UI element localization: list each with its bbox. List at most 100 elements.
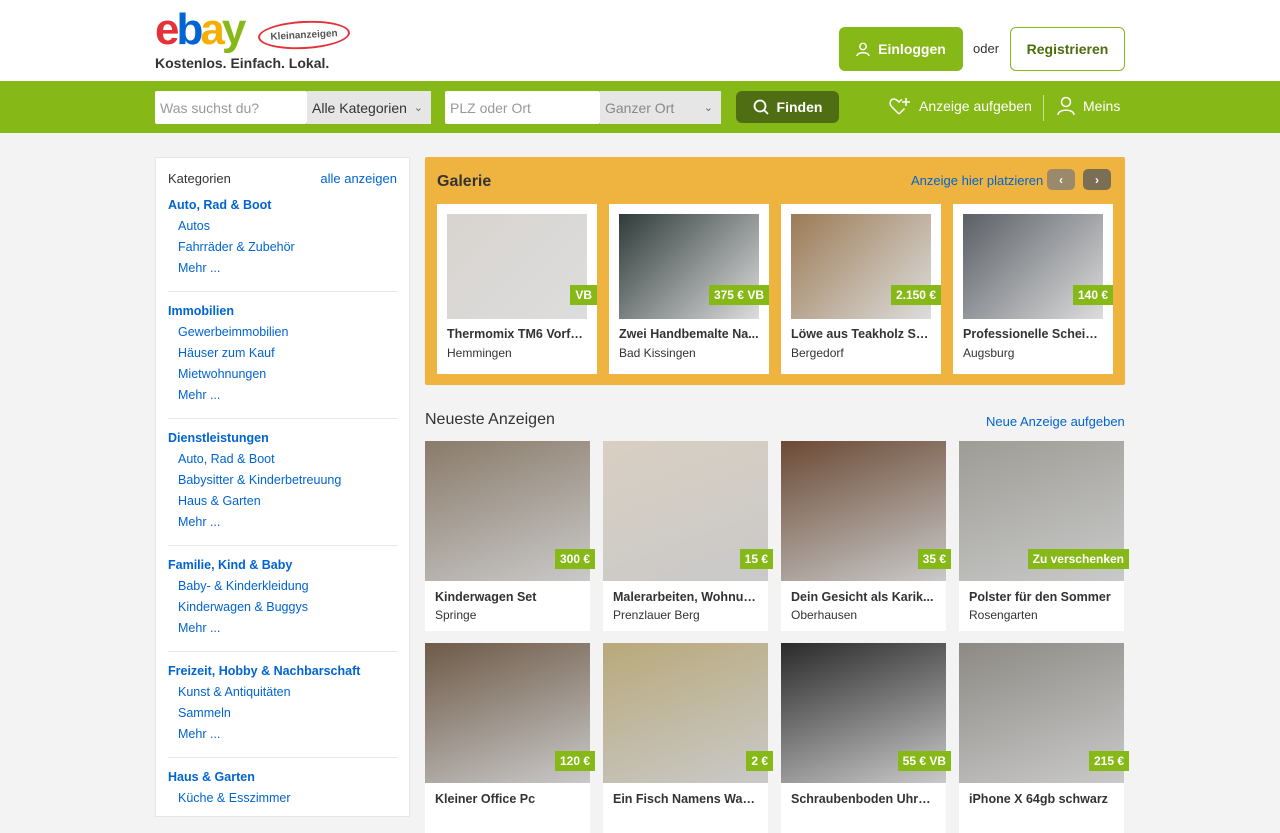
price-badge: 55 € VB: [897, 751, 951, 771]
category-title[interactable]: Familie, Kind & Baby: [168, 558, 397, 572]
sidebar-header: Kategorien alle anzeigen: [168, 171, 397, 186]
category-item[interactable]: Häuser zum Kauf: [168, 343, 397, 364]
gallery-card-title: Professionelle Scheib...: [963, 327, 1103, 341]
category-group: Freizeit, Hobby & Nachbarschaft Kunst & A…: [168, 664, 397, 758]
category-title[interactable]: Dienstleistungen: [168, 431, 397, 445]
category-select[interactable]: Alle Kategorien ⌄: [307, 91, 431, 124]
gallery-card-location: Bergedorf: [791, 346, 844, 360]
category-item[interactable]: Mehr ...: [168, 385, 397, 406]
category-title[interactable]: Haus & Garten: [168, 770, 397, 784]
gallery-card-title: Thermomix TM6 Vorfü...: [447, 327, 587, 341]
post-ad-label: Anzeige aufgeben: [919, 98, 1032, 114]
gallery-card-title: Zwei Handbemalte Na...: [619, 327, 759, 341]
radius-select[interactable]: Ganzer Ort ⌄: [600, 91, 721, 124]
top-header: ebay Kleinanzeigen Kostenlos. Einfach. L…: [0, 0, 1280, 81]
find-button[interactable]: Finden: [736, 91, 839, 123]
ad-card[interactable]: 15 € Malerarbeiten, Wohnun... Prenzlauer B…: [603, 441, 773, 631]
category-group: Immobilien Gewerbeimmobilien Häuser zum Ka…: [168, 304, 397, 419]
ad-card-location: Oberhausen: [791, 608, 858, 622]
category-item[interactable]: Auto, Rad & Boot: [168, 449, 397, 470]
gallery-card[interactable]: 2.150 € Löwe aus Teakholz Sk... Bergedorf: [781, 204, 941, 374]
oder-text: oder: [973, 41, 1000, 56]
logo-wordmark: ebay: [155, 5, 246, 54]
meins-label: Meins: [1083, 98, 1121, 114]
chevron-left-icon: ‹: [1059, 172, 1063, 187]
category-value: Alle Kategorien: [312, 99, 407, 116]
category-item[interactable]: Babysitter & Kinderbetreuung: [168, 470, 397, 491]
ad-card[interactable]: Zu verschenken Polster für den Sommer Rose…: [959, 441, 1129, 631]
ad-card-title: iPhone X 64gb schwarz: [969, 792, 1108, 806]
category-item[interactable]: Mehr ...: [168, 258, 397, 279]
gallery-image: [447, 214, 587, 319]
show-all-link[interactable]: alle anzeigen: [320, 171, 397, 186]
category-group: Familie, Kind & Baby Baby- & Kinderkleidu…: [168, 558, 397, 652]
category-item[interactable]: Kunst & Antiquitäten: [168, 682, 397, 703]
gallery-card[interactable]: 140 € Professionelle Scheib... Augsburg: [953, 204, 1113, 374]
login-button[interactable]: Einloggen: [839, 27, 963, 71]
chevron-down-icon: ⌄: [413, 102, 423, 114]
price-badge: 140 €: [1072, 285, 1113, 305]
gallery-next-button[interactable]: ›: [1083, 169, 1111, 190]
price-badge: 2.150 €: [890, 285, 941, 305]
search-bar: Was suchst du? Alle Kategorien ⌄ PLZ ode…: [0, 81, 1280, 133]
gallery-card-title: Löwe aus Teakholz Sk...: [791, 327, 931, 341]
find-label: Finden: [776, 99, 823, 115]
category-title[interactable]: Immobilien: [168, 304, 397, 318]
gallery-card-location: Bad Kissingen: [619, 346, 696, 360]
category-item[interactable]: Mehr ...: [168, 512, 397, 533]
category-item[interactable]: Sammeln: [168, 703, 397, 724]
gallery-prev-button[interactable]: ‹: [1047, 169, 1075, 190]
category-item[interactable]: Fahrräder & Zubehör: [168, 237, 397, 258]
category-title[interactable]: Freizeit, Hobby & Nachbarschaft: [168, 664, 397, 678]
ad-card[interactable]: 120 € Kleiner Office Pc: [425, 643, 595, 833]
chevron-down-icon: ⌄: [703, 102, 713, 114]
category-list: Auto, Rad & Boot Autos Fahrräder & Zubehör…: [168, 198, 397, 821]
chevron-right-icon: ›: [1095, 172, 1099, 187]
newest-ads-title: Neueste Anzeigen: [425, 411, 555, 428]
location-input[interactable]: PLZ oder Ort: [445, 91, 600, 124]
price-badge: 35 €: [917, 549, 951, 569]
category-item[interactable]: Küche & Esszimmer: [168, 788, 397, 809]
category-group: Dienstleistungen Auto, Rad & Boot Babysitt…: [168, 431, 397, 546]
nav-divider: [1043, 95, 1044, 121]
ad-card-location: Rosengarten: [969, 608, 1038, 622]
search-icon: [753, 99, 769, 115]
category-title[interactable]: Auto, Rad & Boot: [168, 198, 397, 212]
ad-card-location: Springe: [435, 608, 477, 622]
category-item[interactable]: Baby- & Kinderkleidung: [168, 576, 397, 597]
category-item[interactable]: Autos: [168, 216, 397, 237]
category-item[interactable]: Haus & Garten: [168, 491, 397, 512]
ad-card-location: Prenzlauer Berg: [613, 608, 700, 622]
ad-card[interactable]: 215 € iPhone X 64gb schwarz: [959, 643, 1129, 833]
gallery-card[interactable]: VB Thermomix TM6 Vorfü... Hemmingen: [437, 204, 597, 374]
gallery-card[interactable]: 375 € VB Zwei Handbemalte Na... Bad Kissin…: [609, 204, 769, 374]
ad-card[interactable]: 35 € Dein Gesicht als Karik... Oberhausen: [781, 441, 951, 631]
category-item[interactable]: Kinderwagen & Buggys: [168, 597, 397, 618]
price-badge: 300 €: [554, 549, 595, 569]
ad-card[interactable]: 55 € VB Schraubenboden Uhrm...: [781, 643, 951, 833]
category-sidebar: Kategorien alle anzeigen Auto, Rad & Boo…: [155, 157, 410, 817]
register-button[interactable]: Registrieren: [1010, 27, 1125, 71]
gallery-card-location: Augsburg: [963, 346, 1015, 360]
category-item[interactable]: Mehr ...: [168, 724, 397, 745]
ebay-kleinanzeigen-logo[interactable]: ebay Kleinanzeigen: [155, 5, 351, 54]
ad-card-title: Polster für den Sommer: [969, 590, 1111, 604]
price-badge: 375 € VB: [708, 285, 769, 305]
ad-card[interactable]: 300 € Kinderwagen Set Springe: [425, 441, 595, 631]
category-item[interactable]: Gewerbeimmobilien: [168, 322, 397, 343]
ad-card[interactable]: 2 € Ein Fisch Namens Wan...: [603, 643, 773, 833]
login-label: Einloggen: [878, 41, 946, 57]
ad-card-title: Schraubenboden Uhrm...: [791, 792, 936, 806]
post-ad-link[interactable]: Anzeige aufgeben: [889, 96, 1032, 116]
heart-plus-icon: [889, 98, 910, 115]
category-item[interactable]: Mietwohnungen: [168, 364, 397, 385]
category-item[interactable]: Mehr ...: [168, 618, 397, 639]
search-input[interactable]: Was suchst du?: [155, 91, 307, 124]
new-ad-link[interactable]: Neue Anzeige aufgeben: [986, 414, 1125, 429]
place-ad-link[interactable]: Anzeige hier platzieren: [911, 173, 1043, 188]
gallery-title: Galerie: [437, 173, 492, 190]
price-badge: Zu verschenken: [1027, 549, 1129, 569]
price-badge: 215 €: [1088, 751, 1129, 771]
meins-link[interactable]: Meins: [1057, 96, 1120, 116]
gallery-section: Galerie Anzeige hier platzieren ‹ › VB Th…: [425, 157, 1125, 385]
